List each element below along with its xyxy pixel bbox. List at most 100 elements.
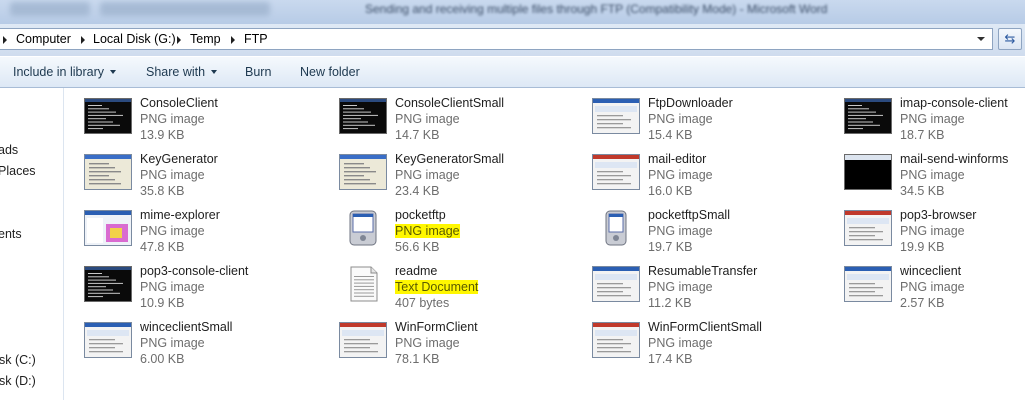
file-name: KeyGeneratorSmall: [395, 152, 505, 166]
file-item[interactable]: pop3-browser PNG image 19.9 KB: [844, 208, 1025, 260]
image-thumbnail-icon: [592, 322, 640, 358]
file-size: 16.0 KB: [648, 184, 693, 198]
file-name: KeyGenerator: [140, 152, 218, 166]
titlebar-blur: [100, 2, 270, 16]
chevron-right-icon[interactable]: [177, 36, 181, 44]
file-name: winceclient: [900, 264, 962, 278]
new-folder-button[interactable]: New folder: [300, 65, 360, 79]
file-type: PNG image: [648, 336, 713, 350]
image-thumbnail-icon: [84, 266, 132, 302]
file-size: 14.7 KB: [395, 128, 440, 142]
file-name: pop3-browser: [900, 208, 977, 222]
file-type: PNG image: [395, 112, 460, 126]
chevron-down-icon: [110, 70, 117, 74]
file-size: 78.1 KB: [395, 352, 440, 366]
file-item[interactable]: imap-console-client PNG image 18.7 KB: [844, 96, 1025, 148]
file-type: PNG image: [395, 336, 460, 350]
file-item[interactable]: pocketftpSmall PNG image 19.7 KB: [592, 208, 832, 260]
file-size: 2.57 KB: [900, 296, 945, 310]
image-thumbnail-icon: [592, 98, 640, 134]
chevron-right-icon[interactable]: [3, 36, 7, 44]
file-name: winceclientSmall: [140, 320, 233, 334]
image-thumbnail-icon: [339, 210, 387, 246]
file-name: WinFormClient: [395, 320, 478, 334]
nav-item-local-disk-d[interactable]: sk (D:): [0, 374, 36, 388]
address-bar[interactable]: Computer Local Disk (G:) Temp FTP: [0, 28, 993, 50]
file-size: 6.00 KB: [140, 352, 185, 366]
file-type: PNG image: [900, 280, 965, 294]
image-thumbnail-icon: [84, 98, 132, 134]
file-size: 10.9 KB: [140, 296, 185, 310]
window-title: Sending and receiving multiple files thr…: [365, 2, 828, 16]
file-size: 23.4 KB: [395, 184, 440, 198]
address-dropdown-icon[interactable]: [972, 31, 990, 47]
image-thumbnail-icon: [844, 210, 892, 246]
chevron-right-icon[interactable]: [81, 36, 85, 44]
file-item[interactable]: WinFormClient PNG image 78.1 KB: [339, 320, 579, 372]
file-size: 34.5 KB: [900, 184, 945, 198]
file-size: 35.8 KB: [140, 184, 185, 198]
file-item[interactable]: WinFormClientSmall PNG image 17.4 KB: [592, 320, 832, 372]
file-item[interactable]: mime-explorer PNG image 47.8 KB: [84, 208, 324, 260]
nav-item-documents[interactable]: ents: [0, 227, 22, 241]
share-with-button[interactable]: Share with: [146, 65, 218, 79]
file-size: 47.8 KB: [140, 240, 185, 254]
file-type: Text Document: [395, 280, 479, 294]
breadcrumb-local-disk[interactable]: Local Disk (G:): [93, 32, 176, 46]
file-type: PNG image: [648, 112, 713, 126]
file-name: pop3-console-client: [140, 264, 249, 278]
breadcrumb-ftp[interactable]: FTP: [244, 32, 268, 46]
nav-item-downloads[interactable]: ads: [0, 143, 18, 157]
file-name: ResumableTransfer: [648, 264, 758, 278]
file-item[interactable]: ResumableTransfer PNG image 11.2 KB: [592, 264, 832, 316]
chevron-right-icon[interactable]: [231, 36, 235, 44]
include-in-library-label: Include in library: [13, 65, 105, 79]
image-thumbnail-icon: [339, 322, 387, 358]
image-thumbnail-icon: [84, 210, 132, 246]
breadcrumb-temp[interactable]: Temp: [190, 32, 221, 46]
file-name: mail-send-winforms: [900, 152, 1009, 166]
file-type: PNG image: [140, 112, 205, 126]
file-type: PNG image: [648, 224, 713, 238]
file-item[interactable]: mail-send-winforms PNG image 34.5 KB: [844, 152, 1025, 204]
file-name: pocketftpSmall: [648, 208, 730, 222]
file-size: 407 bytes: [395, 296, 450, 310]
file-name: mail-editor: [648, 152, 707, 166]
file-item[interactable]: pop3-console-client PNG image 10.9 KB: [84, 264, 324, 316]
file-type: PNG image: [140, 280, 205, 294]
nav-item-recent-places[interactable]: Places: [0, 164, 36, 178]
file-size: 56.6 KB: [395, 240, 440, 254]
file-type: PNG image: [900, 168, 965, 182]
file-size: 11.2 KB: [648, 296, 692, 310]
file-item[interactable]: winceclientSmall PNG image 6.00 KB: [84, 320, 324, 372]
image-thumbnail-icon: [84, 154, 132, 190]
file-item[interactable]: winceclient PNG image 2.57 KB: [844, 264, 1025, 316]
share-with-label: Share with: [146, 65, 206, 79]
image-thumbnail-icon: [844, 266, 892, 302]
file-item[interactable]: KeyGeneratorSmall PNG image 23.4 KB: [339, 152, 579, 204]
file-list: ConsoleClient PNG image 13.9 KB ConsoleClie…: [64, 88, 1025, 400]
file-size: 18.7 KB: [900, 128, 945, 142]
nav-item-local-disk-c[interactable]: sk (C:): [0, 353, 36, 367]
burn-button[interactable]: Burn: [245, 65, 271, 79]
file-name: WinFormClientSmall: [648, 320, 762, 334]
window-titlebar: Sending and receiving multiple files thr…: [0, 0, 1025, 24]
include-in-library-button[interactable]: Include in library: [13, 65, 117, 79]
file-item[interactable]: pocketftp PNG image 56.6 KB: [339, 208, 579, 260]
image-thumbnail-icon: [592, 154, 640, 190]
address-row: Computer Local Disk (G:) Temp FTP ⇆: [0, 24, 1025, 56]
file-item[interactable]: mail-editor PNG image 16.0 KB: [592, 152, 832, 204]
file-item[interactable]: KeyGenerator PNG image 35.8 KB: [84, 152, 324, 204]
file-item[interactable]: FtpDownloader PNG image 15.4 KB: [592, 96, 832, 148]
file-name: imap-console-client: [900, 96, 1008, 110]
file-name: ConsoleClientSmall: [395, 96, 505, 110]
file-item[interactable]: ConsoleClientSmall PNG image 14.7 KB: [339, 96, 579, 148]
refresh-icon[interactable]: ⇆: [998, 28, 1022, 50]
file-type: PNG image: [140, 336, 205, 350]
file-type: PNG image: [900, 224, 965, 238]
file-item[interactable]: readme Text Document 407 bytes: [339, 264, 579, 316]
breadcrumb-computer[interactable]: Computer: [16, 32, 71, 46]
file-item[interactable]: ConsoleClient PNG image 13.9 KB: [84, 96, 324, 148]
image-thumbnail-icon: [339, 98, 387, 134]
image-thumbnail-icon: [84, 322, 132, 358]
